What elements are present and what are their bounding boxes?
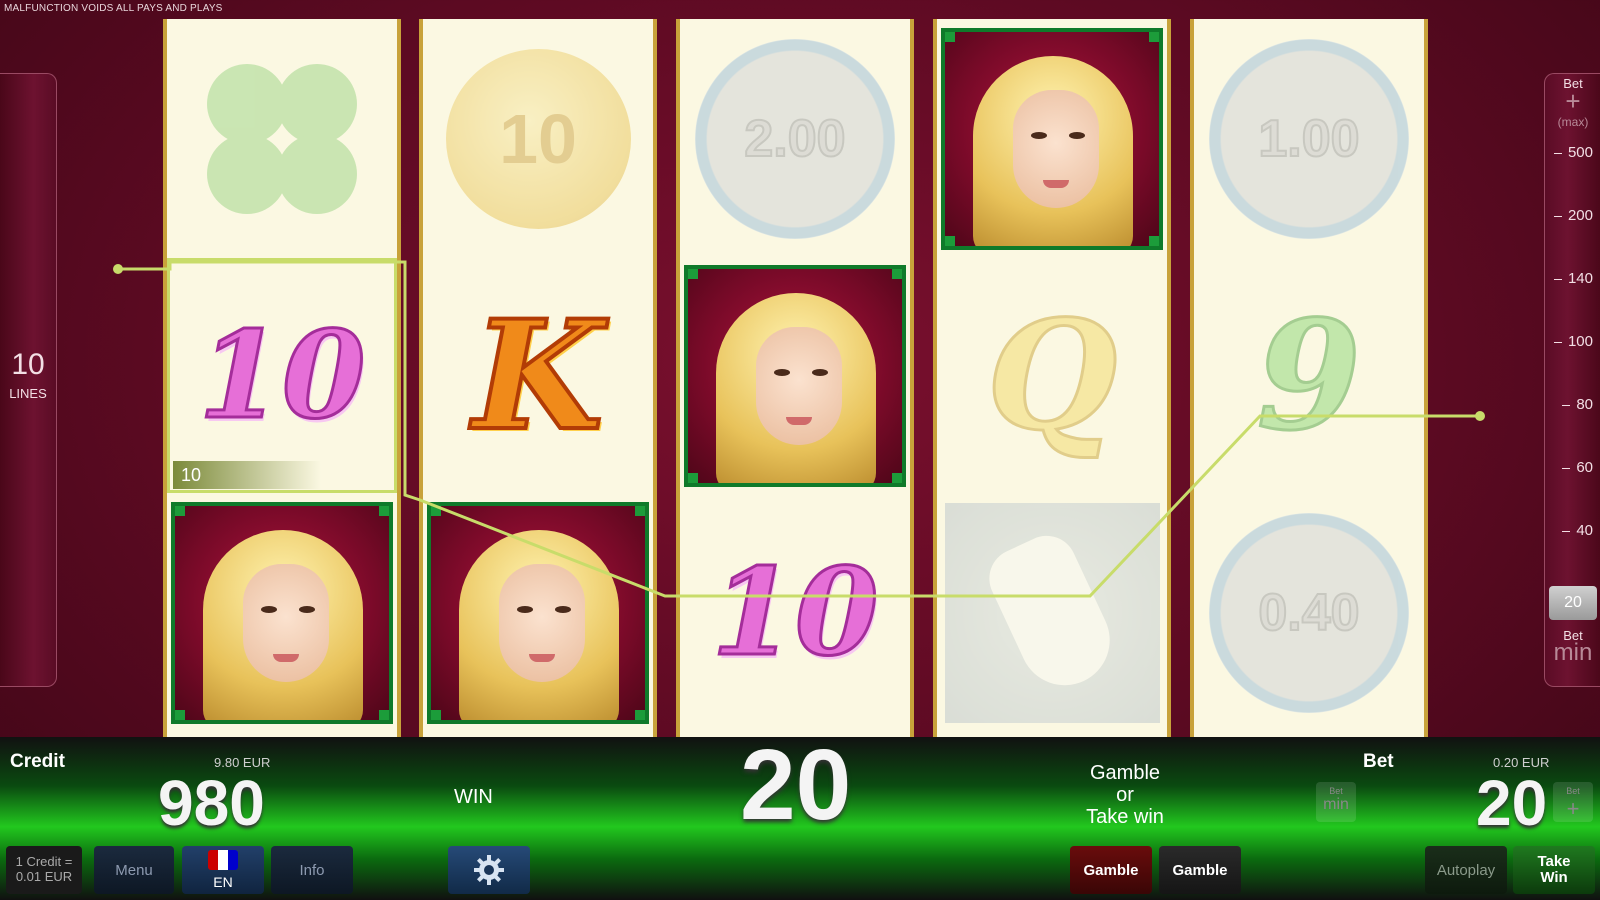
take-win-line: Take — [1537, 853, 1571, 870]
lucky-lady-icon — [941, 27, 1163, 250]
gamble-black-button[interactable]: Gamble — [1159, 846, 1241, 894]
symbol-nine-text: 9 — [1255, 286, 1362, 465]
reel-symbol-ten: 10 — [680, 495, 910, 730]
bet-current-value[interactable]: 20 — [1549, 586, 1597, 620]
bet-tick[interactable]: 80 — [1562, 396, 1593, 413]
bet-tick[interactable]: 60 — [1562, 459, 1593, 476]
reel-symbol-q: Q — [937, 258, 1167, 493]
lines-count: 10 — [11, 348, 45, 381]
ermine-charm-icon — [944, 502, 1160, 723]
bet-min-text[interactable]: min — [1545, 639, 1600, 667]
reel-symbol-lady — [423, 495, 653, 730]
lucky-lady-icon — [684, 264, 906, 487]
reel-symbol-lady — [937, 21, 1167, 256]
bet-tick[interactable]: 140 — [1553, 270, 1593, 287]
bet-tick[interactable]: 500 — [1553, 144, 1593, 161]
plus-icon: + — [1566, 796, 1580, 821]
bet-max-text: (max) — [1557, 115, 1589, 129]
symbol-king-text: K — [471, 286, 605, 466]
reel-symbol-coin: 1.00 — [1194, 21, 1424, 256]
bet-plus-small: Bet — [1566, 786, 1580, 796]
reel-symbol-nine: 9 — [1194, 258, 1424, 493]
credit-value: 980 — [158, 767, 265, 839]
credit-label: Credit — [10, 751, 65, 772]
lines-panel[interactable]: 10 LINES — [0, 73, 57, 687]
bet-max-plus-icon[interactable]: + — [1545, 86, 1600, 117]
bet-slider[interactable]: Bet + (max) 500 200 140 100 80 60 40 20 … — [1544, 73, 1600, 687]
bet-value: 20 — [1476, 767, 1548, 839]
gamble-prompt-line: Take win — [1086, 806, 1164, 828]
symbol-ten-text: 10 — [710, 541, 880, 685]
take-win-line: Win — [1540, 869, 1568, 886]
symbol-queen-text: Q — [985, 286, 1119, 465]
reel-symbol-coin: 2.00 — [680, 21, 910, 256]
credit-info-line: 0.01 EUR — [15, 869, 73, 884]
reel-4: Q — [933, 19, 1171, 737]
reel-3: 2.00 10 — [676, 19, 914, 737]
coin-symbol: 0.40 — [1209, 512, 1409, 713]
bet-min-small: Bet — [1329, 786, 1343, 796]
lucky-lady-icon — [427, 501, 649, 724]
credit-info-line: 1 Credit = — [15, 854, 73, 869]
lines-label: LINES — [9, 386, 47, 401]
reel-symbol-lady — [167, 495, 397, 730]
bet-plus-button[interactable]: Bet + — [1553, 782, 1593, 822]
reels-area: 10 10 10 K 2.00 10 Q 1.00 9 0.40 — [163, 19, 1437, 737]
reel-symbol-clover — [167, 21, 397, 256]
clover-icon — [197, 44, 367, 234]
lucky-lady-icon — [171, 501, 393, 724]
language-button[interactable]: EN — [182, 846, 264, 894]
flag-icon — [208, 850, 238, 870]
reel-symbol-k: K — [423, 258, 653, 493]
credit-info-button[interactable]: 1 Credit = 0.01 EUR — [6, 846, 82, 894]
reel-5: 1.00 9 0.40 — [1190, 19, 1428, 737]
win-value: 20 — [740, 729, 852, 841]
autoplay-button[interactable]: Autoplay — [1425, 846, 1507, 894]
coin-symbol: 2.00 — [695, 38, 895, 239]
reel-symbol-ten: 10 10 — [167, 258, 397, 493]
bet-label: Bet — [1363, 751, 1394, 772]
gold-coin-symbol: 10 — [445, 48, 631, 229]
reel-symbol-goldcoin: 10 — [423, 21, 653, 256]
bet-tick[interactable]: 200 — [1553, 207, 1593, 224]
reel-1: 10 10 — [163, 19, 401, 737]
disclaimer-text: MALFUNCTION VOIDS ALL PAYS AND PLAYS — [4, 3, 223, 14]
line-win-badge: 10 — [173, 461, 321, 489]
gamble-red-button[interactable]: Gamble — [1070, 846, 1152, 894]
reel-2: 10 K — [419, 19, 657, 737]
coin-symbol: 1.00 — [1209, 38, 1409, 239]
gamble-prompt-line: Gamble — [1089, 762, 1161, 784]
reel-symbol-charm — [937, 495, 1167, 730]
bet-tick[interactable]: 40 — [1562, 522, 1593, 539]
gear-icon — [474, 855, 504, 885]
bet-min-button[interactable]: Bet min — [1316, 782, 1356, 822]
gamble-prompt: Gamble or Take win — [1040, 762, 1210, 828]
menu-button[interactable]: Menu — [94, 846, 174, 894]
reel-symbol-coin: 0.40 — [1194, 495, 1424, 730]
symbol-ten-text: 10 — [197, 304, 367, 448]
gamble-prompt-line: or — [1116, 784, 1134, 806]
bet-tick[interactable]: 100 — [1553, 333, 1593, 350]
settings-button[interactable] — [448, 846, 530, 894]
take-win-button[interactable]: Take Win — [1513, 846, 1595, 894]
reel-symbol-lady — [680, 258, 910, 493]
bet-min-button-label: min — [1323, 796, 1349, 813]
language-label: EN — [213, 874, 233, 890]
win-label: WIN — [454, 786, 493, 808]
info-button[interactable]: Info — [271, 846, 353, 894]
